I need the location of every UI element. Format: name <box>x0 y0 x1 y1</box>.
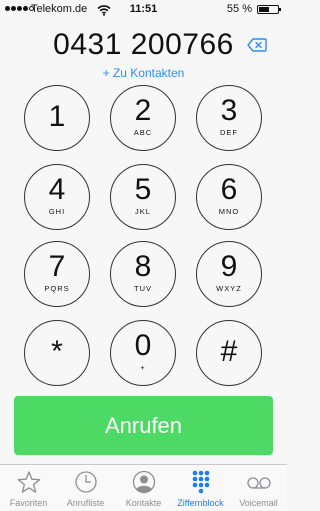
clock-icon <box>74 471 97 493</box>
tab-bar: Favoriten Anrufliste Kontakte Ziffernblo… <box>0 464 287 510</box>
key-digit: # <box>220 335 238 368</box>
tab-label: Ziffernblock <box>177 498 224 508</box>
key-letters: JKL <box>135 207 151 216</box>
key-digit: 5 <box>134 173 152 206</box>
tab-label: Favoriten <box>9 498 48 508</box>
keypad-icon <box>192 470 209 494</box>
key-letters: WXYZ <box>216 284 242 293</box>
keypad: 1 2 ABC 3 DEF 4 GHI 5 JKL 6 MNO 7 PQRS 8… <box>0 0 287 386</box>
star-icon <box>17 471 40 493</box>
key-letters: + <box>140 363 146 372</box>
key-digit: 2 <box>134 94 152 127</box>
key-letters: GHI <box>48 207 66 216</box>
tab-label: Voicemail <box>239 498 278 508</box>
voicemail-icon <box>246 477 271 489</box>
key-digit: 9 <box>220 250 238 283</box>
tab-favorites[interactable]: Favoriten <box>0 465 57 511</box>
tab-contacts[interactable]: Kontakte <box>115 465 172 511</box>
key-2[interactable]: 2 ABC <box>110 85 176 151</box>
key-letters: DEF <box>220 128 238 137</box>
key-letters: PQRS <box>44 284 70 293</box>
key-8[interactable]: 8 TUV <box>110 241 176 307</box>
key-1[interactable]: 1 <box>24 85 90 151</box>
key-4[interactable]: 4 GHI <box>24 164 90 230</box>
key-9[interactable]: 9 WXYZ <box>196 241 262 307</box>
key-letters: TUV <box>134 284 152 293</box>
key-digit: 6 <box>220 173 238 206</box>
key-6[interactable]: 6 MNO <box>196 164 262 230</box>
key-digit: 3 <box>220 94 238 127</box>
key-7[interactable]: 7 PQRS <box>24 241 90 307</box>
key-digit: 4 <box>48 173 66 206</box>
key-digit: 7 <box>48 250 66 283</box>
key-digit: 0 <box>134 329 152 362</box>
tab-voicemail[interactable]: Voicemail <box>230 465 287 511</box>
key-0[interactable]: 0 + <box>110 320 176 386</box>
tab-keypad[interactable]: Ziffernblock <box>172 465 229 511</box>
key-3[interactable]: 3 DEF <box>196 85 262 151</box>
key-letters: MNO <box>218 207 240 216</box>
tab-label: Kontakte <box>125 498 162 508</box>
key-hash[interactable]: # <box>196 320 262 386</box>
key-star[interactable]: * <box>24 320 90 386</box>
key-digit: 1 <box>48 100 66 133</box>
key-5[interactable]: 5 JKL <box>110 164 176 230</box>
tab-label: Anrufliste <box>66 498 105 508</box>
key-letters: ABC <box>133 128 153 137</box>
call-button[interactable]: Anrufen <box>14 396 273 455</box>
tab-recents[interactable]: Anrufliste <box>57 465 114 511</box>
key-digit: * <box>51 335 63 368</box>
key-digit: 8 <box>134 250 152 283</box>
contact-icon <box>132 470 155 494</box>
